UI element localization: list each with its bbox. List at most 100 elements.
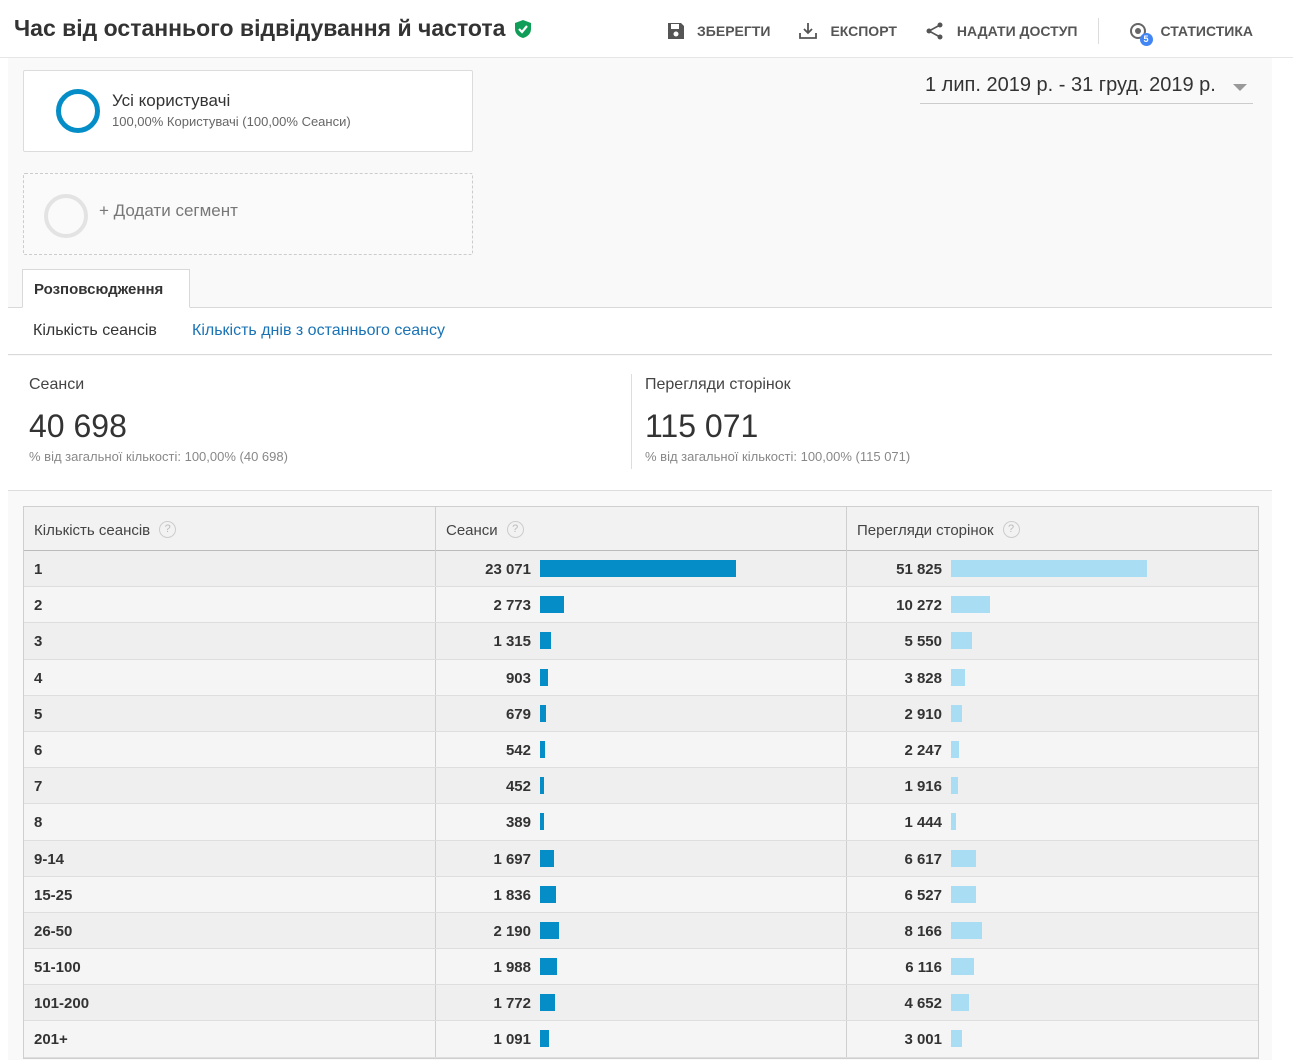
subnav-session-count[interactable]: Кількість сеансів <box>33 322 157 340</box>
sessions-cell: 23 071 <box>436 551 847 587</box>
table-row: 51-100 1 988 6 116 <box>24 949 1258 986</box>
pageviews-value: 6 617 <box>904 850 942 868</box>
share-icon <box>926 22 943 40</box>
date-range-picker[interactable]: 1 лип. 2019 р. - 31 груд. 2019 р. <box>920 74 1253 104</box>
column-header-session-count[interactable]: Кількість сеансів ? <box>24 507 436 551</box>
pageviews-bar <box>951 885 976 903</box>
pageviews-cell: 3 828 <box>847 660 1258 695</box>
segment-ring-icon <box>56 89 100 133</box>
save-icon <box>668 23 685 39</box>
segment-all-users[interactable]: Усі користувачі 100,00% Користувачі (100… <box>23 70 473 152</box>
save-label: ЗБЕРЕГТИ <box>697 23 771 39</box>
report-header: Час від останнього відвідування й частот… <box>0 0 1293 58</box>
pageviews-value: 8 166 <box>904 922 942 940</box>
scorecard-divider <box>631 374 632 469</box>
sessions-cell: 452 <box>436 768 847 804</box>
session-count-cell: 15-25 <box>24 876 436 912</box>
sessions-bar <box>540 668 548 686</box>
pageviews-value: 1 444 <box>904 814 942 832</box>
pageviews-cell: 2 910 <box>847 696 1258 731</box>
table-row: 101-200 1 772 4 652 <box>24 985 1258 1022</box>
pageviews-cell: 6 617 <box>847 841 1258 876</box>
table-row: 3 1 315 5 550 <box>24 623 1258 660</box>
pageviews-bar <box>951 560 1147 577</box>
subnav-days-since-last-session[interactable]: Кількість днів з останнього сеансу <box>192 322 445 340</box>
tab-distribution[interactable]: Розповсюдження <box>22 269 190 308</box>
sessions-cell: 2 773 <box>436 587 847 623</box>
sessions-value: 542 <box>505 741 531 759</box>
sessions-bar <box>540 994 555 1012</box>
empty-segment-ring-icon <box>44 194 88 238</box>
sessions-cell: 1 772 <box>436 985 847 1021</box>
session-count-cell: 7 <box>24 768 436 804</box>
sessions-cell: 542 <box>436 731 847 768</box>
sessions-cell: 1 315 <box>436 623 847 659</box>
table-row: 15-25 1 836 6 527 <box>24 876 1258 913</box>
pageviews-value: 6 527 <box>904 886 942 904</box>
sessions-value: 903 <box>505 669 531 687</box>
sessions-value: 1 091 <box>493 1031 531 1049</box>
scorecard-label: Перегляди сторінок <box>645 376 791 393</box>
pageviews-cell: 10 272 <box>847 587 1258 622</box>
session-count-cell: 9-14 <box>24 840 436 876</box>
sessions-value: 1 697 <box>493 850 531 868</box>
export-button[interactable]: ЕКСПОРТ <box>798 21 897 41</box>
scorecards: Сеанси 40 698 % від загальної кількості:… <box>8 356 1272 491</box>
column-header-pageviews[interactable]: Перегляди сторінок ? <box>847 507 1258 551</box>
sessions-value: 1 836 <box>493 886 531 904</box>
share-button[interactable]: НАДАТИ ДОСТУП <box>925 21 1078 41</box>
pageviews-bar <box>951 704 962 722</box>
sessions-value: 1 772 <box>493 995 531 1013</box>
help-icon[interactable]: ? <box>159 521 177 538</box>
sessions-bar <box>540 560 736 577</box>
table-body: 1 23 071 51 825 2 2 773 10 272 3 1 315 5 550 4 903… <box>24 551 1258 1058</box>
sessions-cell: 1 091 <box>436 1021 847 1057</box>
help-icon[interactable]: ? <box>1002 521 1020 538</box>
sessions-bar <box>540 813 544 831</box>
table-row: 8 389 1 444 <box>24 804 1258 841</box>
column-header-label: Кількість сеансів <box>34 522 151 539</box>
sessions-bar <box>540 958 557 976</box>
pageviews-cell: 6 116 <box>847 949 1258 984</box>
table-row: 201+ 1 091 3 001 <box>24 1021 1258 1058</box>
pageviews-value: 6 116 <box>905 959 942 977</box>
pageviews-cell: 1 916 <box>847 768 1258 803</box>
report-title-row: Час від останнього відвідування й частот… <box>14 15 533 42</box>
sessions-value: 389 <box>505 814 531 832</box>
pageviews-bar <box>951 740 959 758</box>
table-header: Кількість сеансів ? Сеанси ? Перегляди с… <box>24 507 1258 551</box>
insights-button[interactable]: 5 СТАТИСТИКА <box>1127 20 1254 46</box>
save-button[interactable]: ЗБЕРЕГТИ <box>667 22 770 40</box>
pageviews-cell: 3 001 <box>847 1021 1258 1056</box>
pageviews-value: 3 828 <box>904 669 942 687</box>
sessions-cell: 1 988 <box>436 949 847 985</box>
table-row: 4 903 3 828 <box>24 659 1258 696</box>
segment-name: Усі користувачі <box>112 91 231 110</box>
sessions-bar <box>540 740 545 758</box>
session-count-cell: 5 <box>24 695 436 731</box>
pageviews-bar <box>951 813 956 831</box>
add-segment-button[interactable]: + Додати сегмент <box>23 173 473 255</box>
pageviews-cell: 1 444 <box>847 804 1258 839</box>
sessions-cell: 1 697 <box>436 840 847 876</box>
scorecard-percent: % від загальної кількості: 100,00% (40 6… <box>29 449 288 464</box>
report-toolbar: ЗБЕРЕГТИ ЕКСПОРТ НАДАТИ ДОСТУП 5 СТАТИСТ… <box>639 18 1254 46</box>
sessions-cell: 679 <box>436 695 847 731</box>
distribution-table: Кількість сеансів ? Сеанси ? Перегляди с… <box>23 506 1259 1059</box>
table-row: 1 23 071 51 825 <box>24 551 1258 588</box>
help-icon[interactable]: ? <box>506 521 524 538</box>
sessions-cell: 1 836 <box>436 876 847 912</box>
session-count-cell: 6 <box>24 731 436 768</box>
sessions-cell: 903 <box>436 659 847 695</box>
session-count-cell: 4 <box>24 659 436 695</box>
pageviews-value: 5 550 <box>904 633 942 651</box>
scorecard-value: 40 698 <box>29 408 127 444</box>
table-row: 9-14 1 697 6 617 <box>24 840 1258 877</box>
share-label: НАДАТИ ДОСТУП <box>956 23 1078 39</box>
pageviews-bar <box>951 668 965 686</box>
download-icon <box>799 23 818 39</box>
column-header-sessions[interactable]: Сеанси ? <box>436 507 847 551</box>
pageviews-cell: 51 825 <box>847 551 1258 586</box>
insights-label: СТАТИСТИКА <box>1160 23 1254 39</box>
verified-shield-icon <box>515 19 532 38</box>
